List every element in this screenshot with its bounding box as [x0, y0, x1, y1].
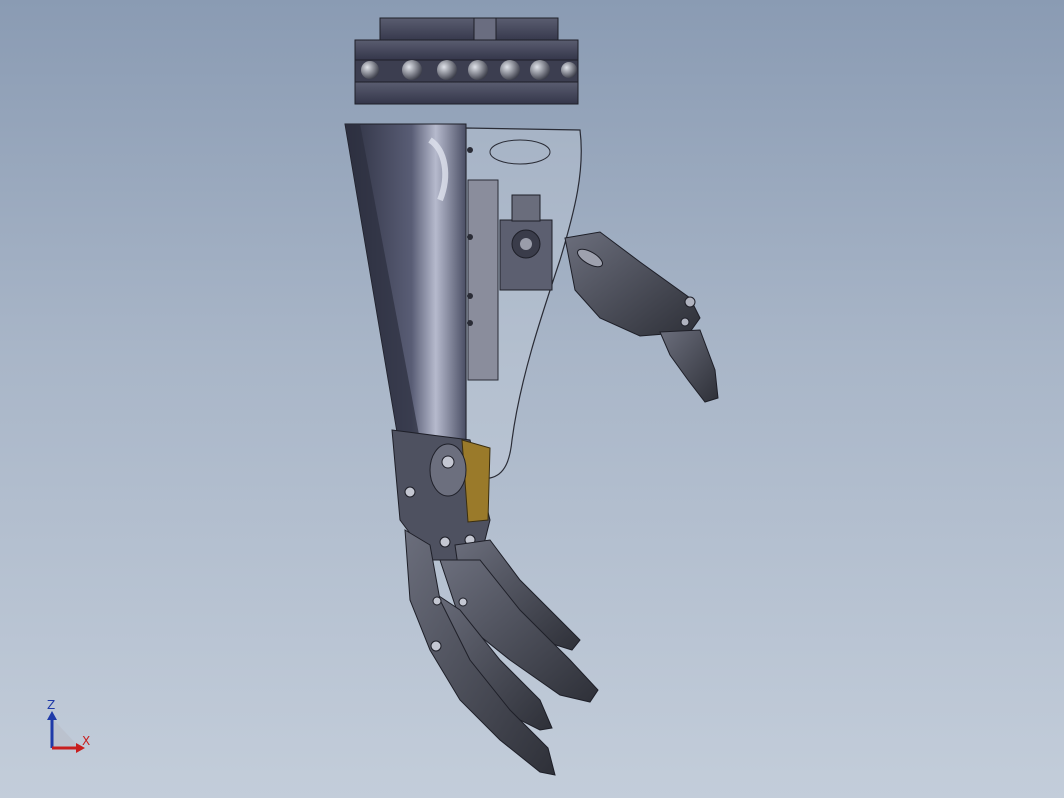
- cad-viewport[interactable]: Z X: [0, 0, 1064, 798]
- z-axis-label: Z: [47, 698, 56, 712]
- forearm-shell[interactable]: [344, 123, 467, 451]
- fingers[interactable]: [404, 529, 599, 776]
- orientation-triad: Z X: [40, 698, 100, 758]
- transparent-housing[interactable]: [465, 127, 582, 479]
- socket-cap[interactable]: [354, 17, 579, 105]
- arm-model[interactable]: [0, 0, 1064, 798]
- x-axis-label: X: [82, 734, 91, 748]
- thumb[interactable]: [564, 231, 719, 403]
